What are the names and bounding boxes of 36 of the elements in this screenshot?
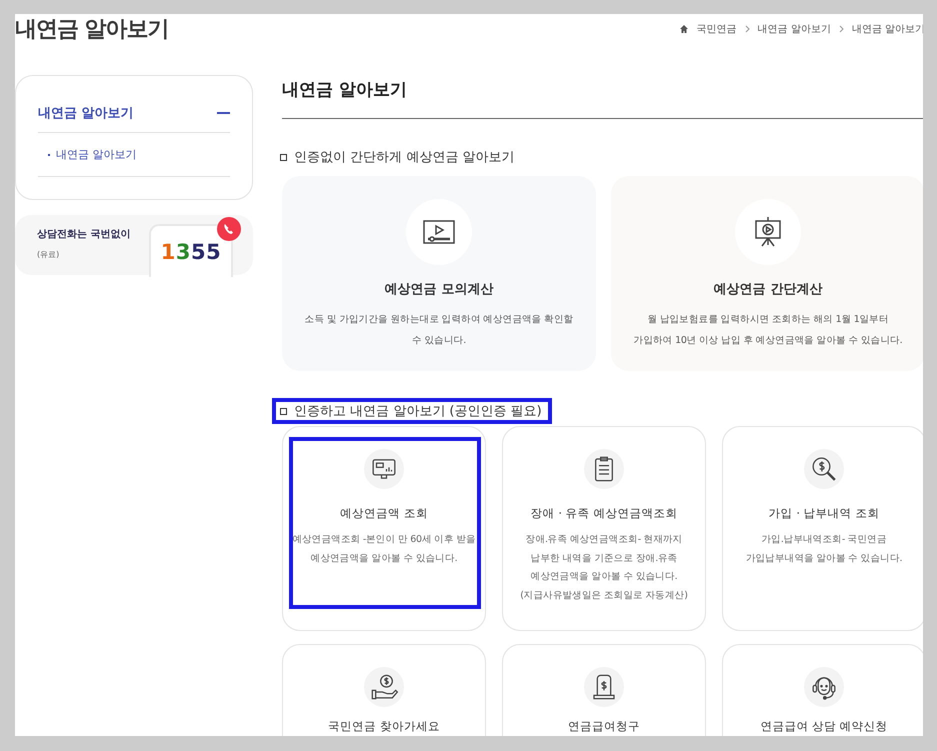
service-card[interactable]: 연금급여 상담 예약신청 bbox=[722, 644, 923, 736]
section-heading: 인증없이 간단하게 예상연금 알아보기 bbox=[272, 144, 524, 170]
card-title: 국민연금 찾아가세요 bbox=[328, 719, 440, 734]
home-icon bbox=[678, 24, 689, 34]
service-card[interactable]: 연금급여청구 bbox=[502, 644, 706, 736]
card-description: 예상연금액조회 -본인이 만 60세 이후 받을 예상연금액을 알아볼 수 있습니다. bbox=[292, 533, 476, 566]
card-description: 월 납입보험료를 입력하시면 조회하는 해의 1월 1일부터 가입하여 10년 이상 납입 후 예상연금액을 알아볼 수 있습니다. bbox=[634, 313, 902, 348]
phone-banner-text: 상담전화는 국번없이 bbox=[37, 228, 130, 241]
card-title: 장애 · 유족 예상연금액조회 bbox=[530, 506, 678, 521]
service-card[interactable]: 예상연금액 조회 예상연금액조회 -본인이 만 60세 이후 받을 예상연금액을 알아볼 수 있습니다. bbox=[282, 426, 486, 631]
chevron-icon bbox=[744, 25, 750, 33]
card-title: 예상연금액 조회 bbox=[340, 506, 428, 521]
service-card[interactable]: 국민연금 찾아가세요 bbox=[282, 644, 486, 736]
service-card[interactable]: 장애 · 유족 예상연금액조회 장애.유족 예상연금액조회- 현재까지 납부한 내역을 기준으로 장애.유족 예상연금액을 알아볼 수 있습니다. (지급사유발생일은 조회일로 자동계산) bbox=[502, 426, 706, 631]
card-title: 예상연금 간단계산 bbox=[714, 281, 822, 298]
section-title: 내연금 알아보기 bbox=[282, 75, 923, 119]
card-title: 예상연금 모의계산 bbox=[384, 281, 494, 298]
card-title: 연금급여청구 bbox=[568, 719, 640, 734]
menu-item[interactable]: 내연금 알아보기 bbox=[48, 147, 230, 162]
service-card[interactable]: 예상연금 간단계산 월 납입보험료를 입력하시면 조회하는 해의 1월 1일부터 가입하여 10년 이상 납입 후 예상연금액을 알아볼 수 있습니다. bbox=[611, 176, 923, 371]
chevron-icon bbox=[838, 25, 844, 33]
section-heading: 인증하고 내연금 알아보기 (공인인증 필요) bbox=[272, 398, 552, 424]
card-description: 소득 및 가입기간을 원하는대로 입력하여 예상연금액을 확인할 수 있습니다. bbox=[304, 313, 574, 348]
card-description: 가입.납부내역조회- 국민연금 가입납부내역을 알아볼 수 있습니다. bbox=[746, 533, 902, 566]
card-title: 연금급여 상담 예약신청 bbox=[760, 719, 888, 734]
fee-note: (유료) bbox=[37, 249, 60, 260]
service-card[interactable]: 가입 · 납부내역 조회 가입.납부내역조회- 국민연금 가입납부내역을 알아볼 수 있습니다. bbox=[722, 426, 923, 631]
phone-number: 1355 bbox=[149, 224, 233, 277]
card-description: 장애.유족 예상연금액조회- 현재까지 납부한 내역을 기준으로 장애.유족 예상연금액을 알아볼 수 있습니다. (지급사유발생일은 조회일로 자동계산) bbox=[520, 533, 688, 602]
card-title: 가입 · 납부내역 조회 bbox=[768, 506, 880, 521]
breadcrumb-link[interactable]: 국민연금 bbox=[696, 22, 737, 36]
coin-hand-icon bbox=[369, 672, 399, 702]
page-title: 내연금 알아보기 bbox=[15, 16, 169, 44]
menu-title[interactable]: 내연금 알아보기 bbox=[38, 104, 134, 122]
breadcrumb-link[interactable]: 내연금 알아보기 bbox=[758, 22, 831, 36]
service-card[interactable]: 예상연금 모의계산 소득 및 가입기간을 원하는대로 입력하여 예상연금액을 확인할 수 있습니다. bbox=[282, 176, 596, 371]
